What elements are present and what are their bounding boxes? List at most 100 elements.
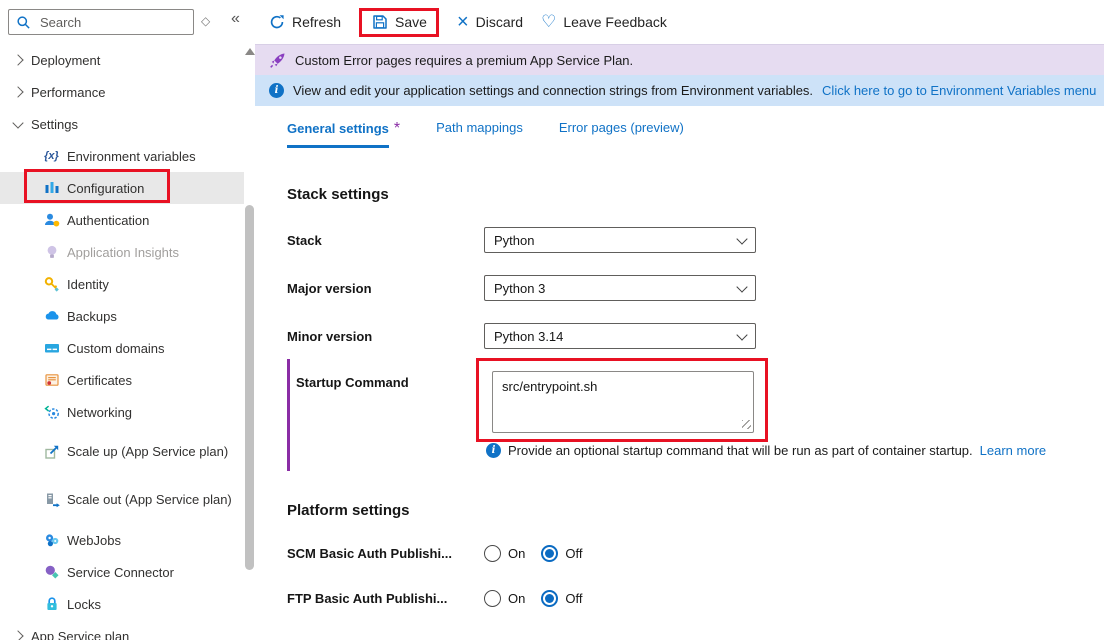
sidebar-item-performance[interactable]: Performance — [0, 76, 244, 108]
major-version-label: Major version — [287, 281, 484, 296]
scale-up-icon — [43, 444, 60, 461]
tab-path-mappings[interactable]: Path mappings — [436, 120, 523, 144]
sidebar-item-label: Deployment — [31, 53, 100, 68]
tab-error-pages[interactable]: Error pages (preview) — [559, 120, 684, 144]
locks-icon — [43, 596, 60, 613]
minor-version-row: Minor version Python 3.14 — [287, 323, 1104, 349]
sidebar-item-authentication[interactable]: Authentication — [0, 204, 244, 236]
sidebar-item-label: WebJobs — [67, 533, 121, 548]
unsaved-changes-icon: * — [394, 120, 400, 137]
startup-command-input[interactable]: src/entrypoint.sh — [492, 371, 754, 433]
sidebar-item-service-connector[interactable]: Service Connector — [0, 556, 244, 588]
sidebar-item-app-service-plan[interactable]: App Service plan — [0, 620, 244, 640]
sidebar-item-label: Authentication — [67, 213, 149, 228]
custom-domains-icon — [43, 340, 60, 357]
sidebar-item-webjobs[interactable]: WebJobs — [0, 524, 244, 556]
sidebar-scrollbar-thumb[interactable] — [245, 205, 254, 570]
discard-label: Discard — [476, 14, 523, 30]
configuration-icon — [43, 180, 60, 197]
chevron-down-icon — [736, 281, 747, 292]
sidebar-item-locks[interactable]: Locks — [0, 588, 244, 620]
save-button[interactable]: Save — [359, 8, 439, 37]
premium-banner-text: Custom Error pages requires a premium Ap… — [295, 53, 633, 68]
sidebar-item-identity[interactable]: Identity — [0, 268, 244, 300]
tab-label: General settings — [287, 121, 389, 148]
scm-basic-auth-off-radio[interactable] — [541, 545, 558, 562]
sidebar-item-deployment[interactable]: Deployment — [0, 44, 244, 76]
chevron-right-icon — [12, 54, 23, 65]
sidebar-search[interactable] — [8, 9, 194, 35]
webjobs-icon — [43, 532, 60, 549]
configuration-tabs: General settings * Path mappings Error pa… — [287, 120, 1104, 148]
major-version-row: Major version Python 3 — [287, 275, 1104, 301]
leave-feedback-button[interactable]: ♡ Leave Feedback — [541, 14, 667, 30]
sidebar-item-label: Backups — [67, 309, 117, 324]
stack-dropdown-value: Python — [494, 233, 534, 248]
pin-icon[interactable]: ◇ — [201, 14, 210, 28]
info-icon: i — [269, 83, 284, 98]
service-connector-icon — [43, 564, 60, 581]
major-version-dropdown[interactable]: Python 3 — [484, 275, 756, 301]
authentication-icon — [43, 212, 60, 229]
tab-label: Path mappings — [436, 120, 523, 144]
info-banner-text: View and edit your application settings … — [293, 83, 813, 98]
ftp-basic-auth-on-radio[interactable] — [484, 590, 501, 607]
tab-general-settings[interactable]: General settings * — [287, 120, 400, 148]
ftp-basic-auth-label: FTP Basic Auth Publishi... — [287, 591, 484, 606]
sidebar-item-environment-variables[interactable]: {x} Environment variables — [0, 140, 244, 172]
settings-sidebar: Deployment Performance Settings {x} Envi… — [0, 44, 244, 640]
minor-version-dropdown-value: Python 3.14 — [494, 329, 563, 344]
scale-out-icon — [43, 492, 60, 509]
minor-version-dropdown[interactable]: Python 3.14 — [484, 323, 756, 349]
env-variables-info-banner: i View and edit your application setting… — [255, 75, 1104, 106]
sidebar-item-label: Locks — [67, 597, 101, 612]
stack-dropdown[interactable]: Python — [484, 227, 756, 253]
ftp-on-label: On — [508, 591, 525, 606]
application-insights-icon — [43, 244, 60, 261]
sidebar-item-label: Certificates — [67, 373, 132, 388]
scrollbar-up-arrow-icon[interactable] — [245, 48, 255, 55]
sidebar-item-custom-domains[interactable]: Custom domains — [0, 332, 244, 364]
scm-on-label: On — [508, 546, 525, 561]
leave-feedback-label: Leave Feedback — [563, 14, 667, 30]
ftp-basic-auth-off-radio[interactable] — [541, 590, 558, 607]
startup-command-label: Startup Command — [287, 375, 484, 390]
command-buttons: Refresh Save × Discard ♡ Leave Feedback — [268, 0, 667, 44]
sidebar-item-label: Application Insights — [67, 245, 179, 260]
search-icon — [15, 14, 32, 31]
scm-basic-auth-label: SCM Basic Auth Publishi... — [287, 546, 484, 561]
heart-icon: ♡ — [541, 15, 556, 29]
refresh-icon — [268, 14, 285, 31]
chevron-right-icon — [12, 630, 23, 640]
sidebar-item-backups[interactable]: Backups — [0, 300, 244, 332]
chevron-down-icon — [736, 329, 747, 340]
sidebar-item-configuration[interactable]: Configuration — [0, 172, 244, 204]
scm-basic-auth-row: SCM Basic Auth Publishi... On Off — [287, 545, 1104, 562]
discard-button[interactable]: × Discard — [457, 14, 523, 30]
search-input[interactable] — [38, 14, 187, 31]
learn-more-link[interactable]: Learn more — [980, 443, 1046, 458]
scm-basic-auth-on-radio[interactable] — [484, 545, 501, 562]
collapse-sidebar-icon[interactable]: « — [231, 11, 240, 27]
stack-row: Stack Python — [287, 227, 1104, 253]
startup-command-col: src/entrypoint.sh i Provide an optional … — [484, 371, 1046, 458]
env-variables-menu-link[interactable]: Click here to go to Environment Variable… — [822, 83, 1096, 98]
startup-command-textarea-wrap: src/entrypoint.sh — [492, 371, 754, 433]
startup-hint-text: Provide an optional startup command that… — [508, 443, 973, 458]
sidebar-item-application-insights[interactable]: Application Insights — [0, 236, 244, 268]
sidebar-item-certificates[interactable]: Certificates — [0, 364, 244, 396]
startup-command-hint: i Provide an optional startup command th… — [486, 443, 1046, 458]
chevron-right-icon — [12, 86, 23, 97]
sidebar-item-label: Performance — [31, 85, 105, 100]
sidebar-item-settings[interactable]: Settings — [0, 108, 244, 140]
info-icon: i — [486, 443, 501, 458]
sidebar-item-scale-out[interactable]: Scale out (App Service plan) — [0, 476, 244, 524]
sidebar-item-label: Configuration — [67, 181, 144, 196]
rocket-icon — [269, 52, 286, 69]
sidebar-item-networking[interactable]: Networking — [0, 396, 244, 428]
refresh-button[interactable]: Refresh — [268, 14, 341, 31]
sidebar-item-scale-up[interactable]: Scale up (App Service plan) — [0, 428, 244, 476]
sidebar-item-label: Service Connector — [67, 565, 174, 580]
premium-plan-banner: Custom Error pages requires a premium Ap… — [255, 44, 1104, 75]
sidebar-item-label: Custom domains — [67, 341, 165, 356]
